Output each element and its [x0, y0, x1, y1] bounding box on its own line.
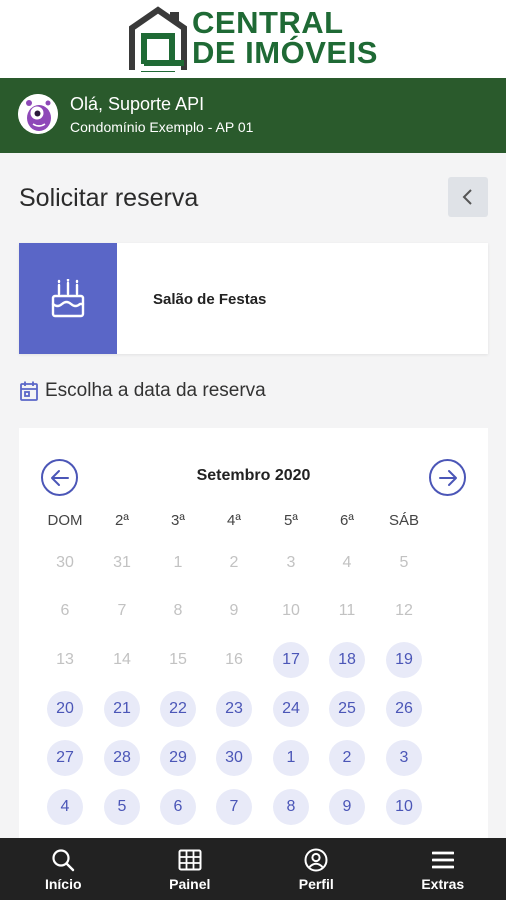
calendar-day-available[interactable]: 28 — [104, 740, 140, 776]
grid-icon — [178, 849, 202, 870]
nav-label: Início — [44, 875, 82, 892]
avatar[interactable] — [18, 94, 58, 134]
calendar-day-disabled: 31 — [113, 554, 131, 571]
calendar-day-available[interactable]: 4 — [47, 789, 83, 825]
avatar-monster-icon — [18, 94, 58, 134]
logo-line-2: DE IMÓVEIS — [192, 35, 378, 70]
calendar-day-available[interactable]: 27 — [47, 740, 83, 776]
nav-extras[interactable]: Extras — [380, 838, 506, 900]
venue-card[interactable]: Salão de Festas — [19, 243, 488, 354]
calendar-day-available[interactable]: 22 — [160, 691, 196, 727]
calendar-day-available[interactable]: 25 — [329, 691, 365, 727]
month-label: Setembro 2020 — [196, 467, 311, 484]
calendar-day-disabled: 14 — [113, 651, 131, 668]
brand-logo: CENTRAL DE IMÓVEIS — [192, 5, 378, 70]
calendar-day-available[interactable]: 2 — [329, 740, 365, 776]
calendar-day-available[interactable]: 21 — [104, 691, 140, 727]
calendar-day-disabled: 1 — [173, 554, 183, 571]
calendar-day-disabled: 12 — [395, 602, 413, 619]
calendar-icon — [20, 381, 38, 401]
page-title: Solicitar reserva — [19, 184, 199, 212]
user-circle-icon — [304, 848, 328, 871]
weekday-label: 5ª — [284, 512, 298, 529]
calendar-day-disabled: 7 — [117, 602, 127, 619]
back-button[interactable] — [448, 177, 488, 217]
weekday-label: SÁB — [388, 512, 419, 529]
bottom-nav: Início Painel Perfil Extras — [0, 838, 506, 900]
nav-label: Extras — [421, 875, 465, 892]
calendar-day-available[interactable]: 10 — [386, 789, 422, 825]
calendar-day-available[interactable]: 8 — [273, 789, 309, 825]
calendar-day-available[interactable]: 7 — [216, 789, 252, 825]
house-logo-icon — [129, 6, 187, 72]
nav-label: Painel — [169, 875, 211, 892]
calendar-day-disabled: 8 — [173, 602, 183, 619]
calendar-day-disabled: 16 — [225, 651, 243, 668]
search-icon — [52, 848, 75, 871]
calendar-day-available[interactable]: 17 — [273, 642, 309, 678]
calendar-day-disabled: 6 — [60, 602, 70, 619]
calendar-day-disabled: 10 — [282, 602, 300, 619]
venue-name: Salão de Festas — [153, 291, 267, 308]
calendar-day-disabled: 3 — [286, 554, 296, 571]
calendar-day-disabled: 15 — [169, 651, 187, 668]
nav-perfil[interactable]: Perfil — [253, 838, 380, 900]
arrow-right-icon — [438, 469, 457, 486]
user-bar: Olá, Suporte API Condomínio Exemplo - AP… — [0, 78, 506, 153]
nav-label: Perfil — [298, 875, 334, 892]
calendar-day-available[interactable]: 9 — [329, 789, 365, 825]
venue-icon-box — [19, 243, 117, 354]
next-month-button[interactable] — [429, 459, 466, 496]
calendar-day-available[interactable]: 20 — [47, 691, 83, 727]
calendar-day-available[interactable]: 19 — [386, 642, 422, 678]
nav-inicio[interactable]: Início — [0, 838, 127, 900]
weekday-label: 2ª — [115, 512, 129, 529]
greeting-text: Olá, Suporte API — [70, 94, 205, 114]
date-section-label: Escolha a data da reserva — [19, 378, 266, 404]
calendar-day-available[interactable]: 29 — [160, 740, 196, 776]
date-label-text: Escolha a data da reserva — [45, 380, 266, 401]
calendar-day-available[interactable]: 26 — [386, 691, 422, 727]
calendar-day-available[interactable]: 3 — [386, 740, 422, 776]
calendar-day-disabled: 11 — [338, 602, 356, 619]
calendar-day-disabled: 13 — [56, 651, 74, 668]
chevron-left-icon — [462, 189, 472, 205]
weekday-label: 6ª — [340, 512, 354, 529]
calendar-day-available[interactable]: 30 — [216, 740, 252, 776]
calendar-day-available[interactable]: 6 — [160, 789, 196, 825]
calendar-day-disabled: 9 — [229, 602, 239, 619]
weekday-label: 4ª — [227, 512, 241, 529]
calendar-day-disabled: 2 — [229, 554, 239, 571]
unit-text: Condomínio Exemplo - AP 01 — [70, 119, 254, 135]
calendar-day-available[interactable]: 1 — [273, 740, 309, 776]
weekday-label: DOM — [47, 512, 83, 529]
cake-icon — [51, 278, 85, 317]
calendar: Setembro 2020 DOM 2ª 3ª 4ª 5ª 6ª SÁB 30 31 1 2 3 4 5 6… — [19, 428, 488, 848]
logo-line-1: CENTRAL — [192, 5, 344, 40]
nav-painel[interactable]: Painel — [127, 838, 254, 900]
calendar-day-disabled: 30 — [56, 554, 74, 571]
calendar-day-disabled: 5 — [399, 554, 409, 571]
logo-header: CENTRAL DE IMÓVEIS — [0, 0, 506, 78]
calendar-day-available[interactable]: 24 — [273, 691, 309, 727]
menu-icon — [431, 851, 454, 868]
calendar-day-available[interactable]: 23 — [216, 691, 252, 727]
calendar-day-available[interactable]: 5 — [104, 789, 140, 825]
weekday-label: 3ª — [171, 512, 185, 529]
calendar-day-disabled: 4 — [342, 554, 352, 571]
calendar-day-available[interactable]: 18 — [329, 642, 365, 678]
